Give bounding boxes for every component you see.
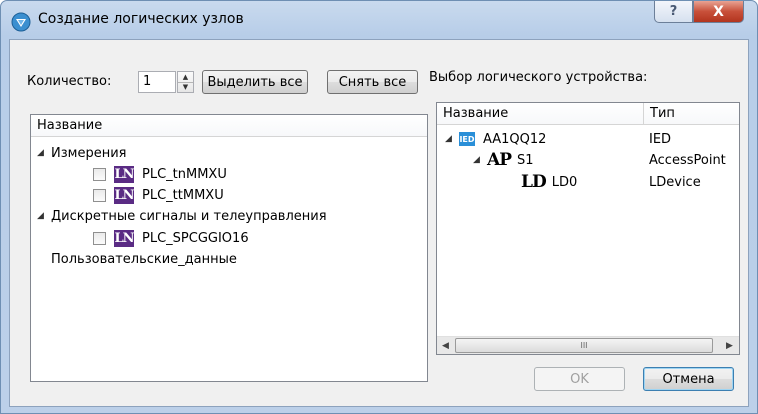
logical-node-icon: LN	[114, 165, 135, 183]
scroll-right-icon[interactable]: ▶	[721, 337, 738, 354]
expand-icon[interactable]: ◢	[37, 148, 51, 158]
tree-leaf-label: Пользовательские_данные	[51, 251, 237, 267]
device-row[interactable]: ◢ IED AA1QQ12	[445, 129, 546, 149]
select-all-button[interactable]: Выделить все	[202, 70, 308, 94]
ldevice-name: LD0	[551, 174, 578, 190]
deselect-all-button[interactable]: Снять все	[327, 70, 418, 94]
ldevice-type: LDevice	[649, 174, 701, 190]
logical-node-icon: LN	[114, 186, 135, 204]
access-point-name: S1	[516, 152, 534, 168]
expand-icon[interactable]: ◢	[473, 155, 487, 165]
expand-icon[interactable]: ◢	[445, 134, 459, 144]
expand-icon[interactable]: ◢	[37, 211, 51, 221]
access-point-icon: AP	[487, 150, 512, 170]
device-type: IED	[649, 131, 672, 147]
tree-group-label: Измерения	[51, 145, 127, 161]
item-checkbox[interactable]	[93, 188, 106, 202]
tree-item-row[interactable]: LN PLC_ttMMXU	[93, 185, 224, 205]
tree-item-label: PLC_tnMMXU	[142, 166, 227, 182]
device-name: AA1QQ12	[483, 131, 547, 147]
device-tree-panel[interactable]: Название Тип ◢ IED AA1QQ12 IED ◢ AP S1 A…	[436, 102, 740, 355]
spin-down-icon[interactable]: ▼	[178, 82, 193, 92]
column-header-name[interactable]: Название	[31, 115, 427, 137]
access-point-type: AccessPoint	[649, 152, 726, 168]
tree-group-label: Дискретные сигналы и телеуправления	[51, 208, 327, 224]
horizontal-scrollbar[interactable]: ◀ III ▶	[437, 336, 739, 354]
ok-button[interactable]: OK	[534, 367, 625, 391]
logical-device-icon: LD	[521, 172, 547, 192]
logical-node-icon: LN	[114, 229, 135, 247]
tree-item-label: PLC_ttMMXU	[142, 187, 224, 203]
tree-group-row[interactable]: ◢ Измерения	[37, 143, 126, 163]
tree-item-row[interactable]: LN PLC_SPCGGIO16	[93, 228, 249, 248]
column-header-name[interactable]: Название	[437, 103, 643, 125]
tree-leaf-row[interactable]: Пользовательские_данные	[51, 249, 237, 269]
tree-group-row[interactable]: ◢ Дискретные сигналы и телеуправления	[37, 206, 327, 226]
item-checkbox[interactable]	[93, 167, 106, 181]
quantity-input[interactable]: 1	[138, 71, 176, 93]
window-title: Создание логических узлов	[38, 11, 244, 27]
help-button[interactable]: ?	[654, 1, 693, 23]
device-select-label: Выбор логического устройства:	[429, 70, 648, 85]
item-checkbox[interactable]	[93, 231, 106, 245]
dialog-window: Создание логических узлов ? X Количество…	[0, 0, 758, 414]
column-header-type[interactable]: Тип	[644, 103, 739, 125]
title-bar: Создание логических узлов ? X	[1, 1, 757, 39]
scroll-thumb[interactable]: III	[455, 338, 713, 353]
ldevice-row[interactable]: LD LD0	[521, 172, 577, 192]
quantity-label: Количество:	[27, 74, 112, 89]
dialog-body: Количество: 1 ▲ ▼ Выделить все Снять все…	[9, 39, 749, 407]
access-point-row[interactable]: ◢ AP S1	[473, 150, 534, 170]
close-button[interactable]: X	[693, 1, 744, 23]
scroll-left-icon[interactable]: ◀	[437, 337, 454, 354]
tree-item-row[interactable]: LN PLC_tnMMXU	[93, 164, 227, 184]
ied-icon: IED	[459, 132, 475, 146]
cancel-button[interactable]: Отмена	[643, 367, 734, 391]
tree-item-label: PLC_SPCGGIO16	[142, 230, 249, 246]
node-tree-panel[interactable]: Название ◢ Измерения LN PLC_tnMMXU LN PL…	[30, 114, 428, 382]
app-icon	[11, 12, 31, 32]
quantity-spinner[interactable]: ▲ ▼	[177, 71, 194, 93]
